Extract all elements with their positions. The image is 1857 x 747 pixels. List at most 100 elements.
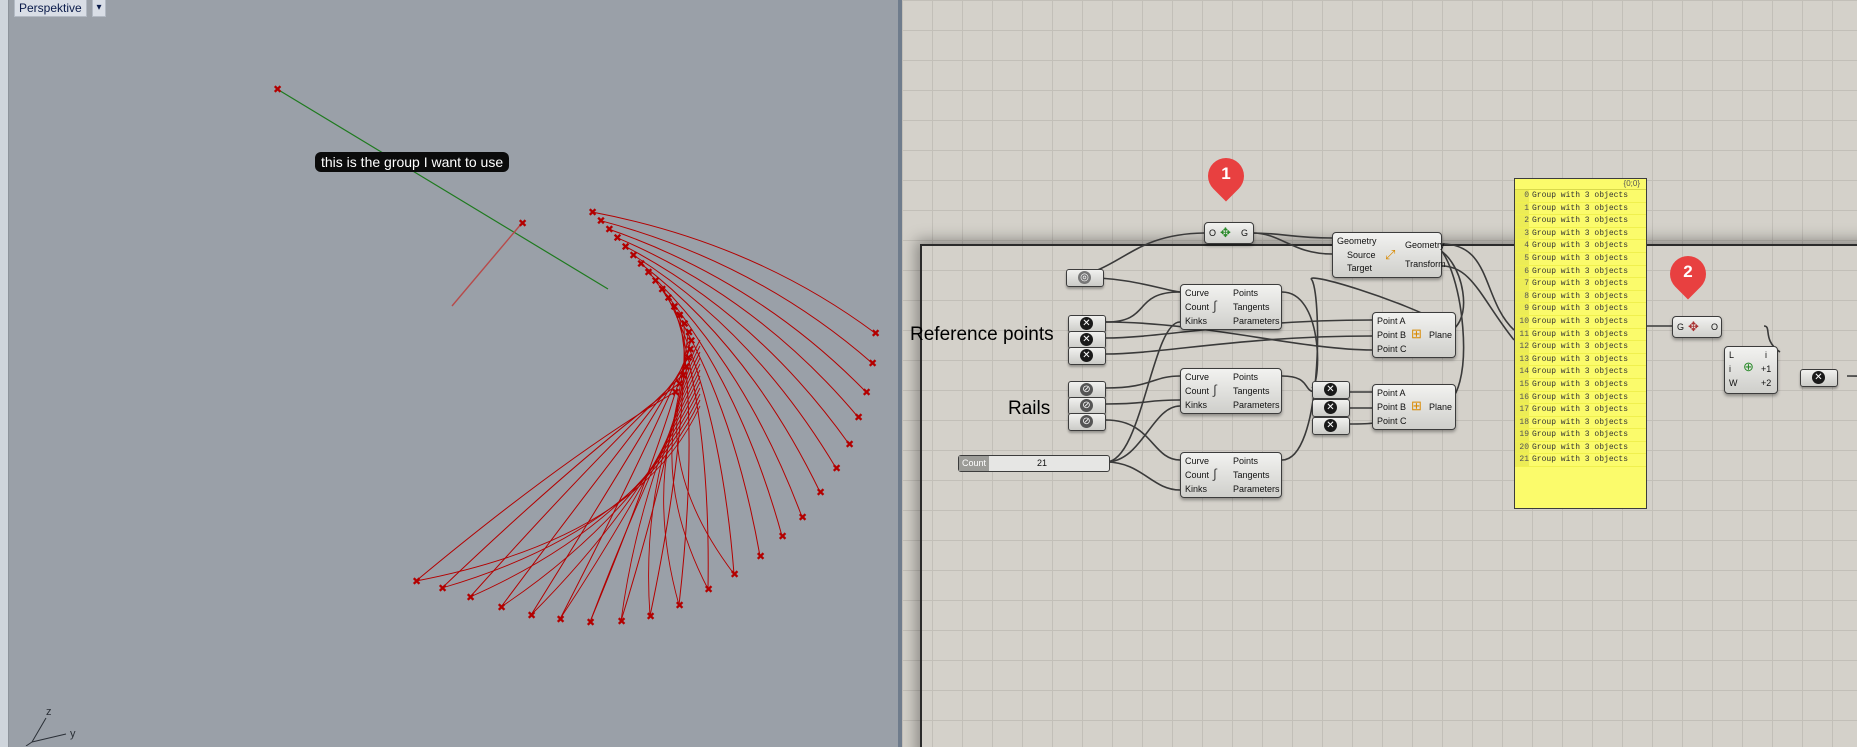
panel-row-index: 3: [1515, 227, 1529, 240]
panel-row-index: 14: [1515, 366, 1529, 378]
plane-3pt-component-1[interactable]: Point A Point B Point C ⊞ Plane: [1372, 312, 1456, 358]
tip-point-marker: ✖: [586, 616, 595, 629]
panel-row-text: Group with 3 objects: [1532, 342, 1629, 352]
orient-icon: ⤢: [1385, 247, 1396, 262]
panel-row-text: Group with 3 objects: [1532, 266, 1629, 276]
panel-row: 13 Group with 3 objects: [1515, 353, 1646, 367]
tip-point-marker: ✖: [778, 530, 787, 543]
panel-row-text: Group with 3 objects: [1532, 455, 1629, 465]
count-slider[interactable]: Count 21: [958, 455, 1110, 472]
group-annotation-tag: this is the group I want to use: [315, 152, 510, 172]
panel-row-text: Group with 3 objects: [1532, 216, 1629, 226]
panel-row-index: 4: [1515, 240, 1529, 252]
viewport-geometry: ✖✖✖✖✖✖✖✖✖✖✖✖✖✖✖✖✖✖✖✖✖✖✖✖✖✖✖✖✖✖✖✖✖✖✖✖✖✖✖✖…: [273, 83, 880, 629]
panel-row-index: 16: [1515, 391, 1529, 404]
fan-curve: [600, 220, 873, 364]
group-icon: ✥: [1688, 319, 1699, 334]
panel-row-index: 5: [1515, 252, 1529, 265]
reference-points-label: Reference points: [910, 324, 1054, 345]
panel-row: 9 Group with 3 objects: [1515, 303, 1646, 316]
panel-row-index: 1: [1515, 202, 1529, 215]
panel-row-index: 17: [1515, 404, 1529, 416]
tip-point-marker: ✖: [832, 462, 841, 475]
panel-row-text: Group with 3 objects: [1532, 367, 1629, 377]
panel-row-index: 12: [1515, 341, 1529, 353]
panel-row-text: Group with 3 objects: [1532, 228, 1629, 238]
group-point-marker: ✖: [518, 217, 527, 230]
divide-curve-component-1[interactable]: Curve Count Kinks ∫ Points Tangents Para…: [1180, 284, 1282, 330]
panel-rows: 0 Group with 3 objects 1 Group with 3 objec…: [1515, 190, 1646, 468]
green-reference-line: [276, 88, 609, 290]
tip-point-marker: ✖: [617, 615, 626, 628]
list-item-component[interactable]: L i W ⊕ i +1 +2: [1724, 346, 1778, 394]
axis-y-label: y: [70, 728, 76, 740]
plane-icon: ⊞: [1411, 326, 1422, 341]
point-param-4[interactable]: ✕: [1312, 381, 1350, 399]
panel-row-text: Group with 3 objects: [1532, 405, 1629, 415]
tip-point-marker: ✖: [756, 550, 765, 563]
curve-param-3[interactable]: ⊘: [1068, 413, 1106, 431]
tip-point-marker: ✖: [438, 582, 447, 595]
panel-row-index: 19: [1515, 429, 1529, 441]
panel-row-text: Group with 3 objects: [1532, 417, 1629, 427]
tip-point-marker: ✖: [497, 601, 506, 614]
panel-row-text: Group with 3 objects: [1532, 253, 1629, 263]
divide-curve-icon: ∫: [1213, 466, 1217, 481]
ungroup-component[interactable]: O ✥ G: [1204, 222, 1254, 244]
point-param-6[interactable]: ✕: [1312, 417, 1350, 435]
orient-component[interactable]: Geometry Source Target ⤢ Geometry Transf…: [1332, 232, 1446, 278]
divide-curve-icon: ∫: [1213, 298, 1217, 313]
panel-row-index: 2: [1515, 215, 1529, 227]
panel-row-index: 21: [1515, 454, 1529, 467]
panel-row: 10 Group with 3 objects: [1515, 315, 1646, 329]
tip-point-marker: ✖: [868, 357, 877, 370]
panel-row: 18 Group with 3 objects: [1515, 416, 1646, 430]
panel-path-header: {0;0}: [1515, 179, 1646, 190]
divide-curve-component-3[interactable]: Curve Count Kinks ∫ Points Tangents Para…: [1180, 452, 1282, 498]
tip-point-marker: ✖: [646, 610, 655, 623]
panel-row: 8 Group with 3 objects: [1515, 290, 1646, 304]
panel-row-index: 20: [1515, 441, 1529, 454]
panel-row: 16 Group with 3 objects: [1515, 391, 1646, 405]
plane-3pt-component-2[interactable]: Point A Point B Point C ⊞ Plane: [1372, 384, 1456, 430]
tip-point-marker: ✖: [730, 568, 739, 581]
start-point-marker: ✖: [273, 83, 282, 96]
data-panel[interactable]: {0;0} 0 Group with 3 objects 1 Group with 3…: [1514, 178, 1647, 509]
tip-point-marker: ✖: [871, 327, 880, 340]
panel-row-index: 18: [1515, 416, 1529, 429]
panel-row-index: 7: [1515, 278, 1529, 290]
panel-row-index: 11: [1515, 328, 1529, 341]
geometry-param[interactable]: ◎: [1066, 269, 1104, 287]
panel-row-text: Group with 3 objects: [1532, 430, 1629, 440]
rails-label: Rails: [1008, 398, 1051, 419]
panel-row-text: Group with 3 objects: [1532, 241, 1629, 251]
panel-row-text: Group with 3 objects: [1532, 392, 1629, 402]
tip-point-marker: ✖: [845, 438, 854, 451]
fan-curve: [530, 357, 689, 616]
panel-row-index: 13: [1515, 353, 1529, 366]
output-point-param[interactable]: ✕: [1800, 369, 1838, 387]
panel-row: 20 Group with 3 objects: [1515, 441, 1646, 455]
panel-row-text: Group with 3 objects: [1532, 329, 1629, 339]
panel-row-text: Group with 3 objects: [1532, 203, 1629, 213]
axis-z-label: z: [46, 706, 52, 718]
group-component[interactable]: G ✥ O: [1672, 316, 1722, 338]
tip-point-marker: ✖: [854, 411, 863, 424]
panel-row-index: 0: [1515, 190, 1529, 202]
fan-curve: [649, 323, 685, 617]
panel-row: 7 Group with 3 objects: [1515, 278, 1646, 291]
panel-row: 1 Group with 3 objects: [1515, 202, 1646, 216]
tip-point-marker: ✖: [675, 599, 684, 612]
wires: [1071, 232, 1857, 491]
fan-curve: [589, 369, 701, 623]
divide-curve-component-2[interactable]: Curve Count Kinks ∫ Points Tangents Para…: [1180, 368, 1282, 414]
point-param-5[interactable]: ✕: [1312, 399, 1350, 417]
panel-row: 0 Group with 3 objects: [1515, 190, 1646, 203]
grasshopper-canvas[interactable]: 1 2 O ✥ G Geometry Source Target ⤢ Geome…: [902, 0, 1857, 747]
panel-row-text: Group with 3 objects: [1532, 316, 1629, 326]
panel-row: 11 Group with 3 objects: [1515, 328, 1646, 342]
divide-curve-icon: ∫: [1213, 382, 1217, 397]
point-param-3[interactable]: ✕: [1068, 347, 1106, 365]
rhino-viewport[interactable]: Perspektive ▾ ✖ ✖ ✖ ✖ ✖ ✖ ✖ ✖ ✖ ✖ ✖ ✖ ✖ ✖ ✖ ✖ ✖ ✖ ✖ ✖ ✖ ✖ ✖ ✖ ✖ ✖…: [0, 0, 898, 747]
panel-row: 21 Group with 3 objects: [1515, 454, 1646, 468]
